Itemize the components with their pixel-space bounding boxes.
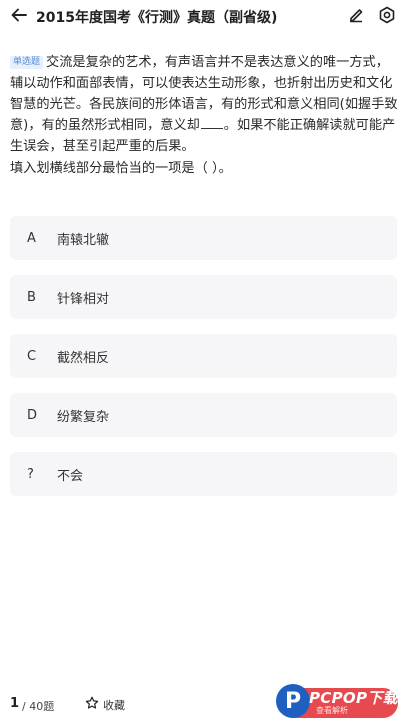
page-total: / 40题 bbox=[22, 700, 55, 713]
question-type-badge: 单选题 bbox=[10, 56, 44, 69]
settings-button[interactable] bbox=[376, 6, 398, 28]
arrow-left-icon bbox=[10, 6, 28, 28]
option-text: 纷繁复杂 bbox=[57, 409, 110, 425]
question-prompt: 填入划横线部分最恰当的一项是（ ）。 bbox=[10, 161, 232, 176]
question-stem: 单选题 交流是复杂的艺术，有声语言并不是表达意义的唯一方式，辅以动作和面部表情，可… bbox=[10, 52, 400, 157]
option-letter: ? bbox=[27, 466, 34, 482]
option-text: 针锋相对 bbox=[57, 291, 110, 307]
back-button[interactable] bbox=[8, 6, 30, 28]
option-text: 南辕北辙 bbox=[57, 232, 110, 248]
top-bar: 2015年度国考《行测》真题（副省级) bbox=[0, 0, 408, 34]
favorite-label: 收藏 bbox=[103, 698, 125, 712]
star-outline-icon bbox=[85, 695, 99, 714]
answer-options: A 南辕北辙 B 针锋相对 C 截然相反 D 纷繁复杂 ? 不会 bbox=[10, 216, 397, 511]
option-b[interactable]: B 针锋相对 bbox=[10, 275, 397, 319]
edit-button[interactable] bbox=[345, 6, 367, 28]
option-d[interactable]: D 纷繁复杂 bbox=[10, 393, 397, 437]
option-letter: B bbox=[27, 289, 36, 305]
option-text: 不会 bbox=[57, 468, 84, 484]
bottom-bar: 1 / 40题 收藏 bbox=[0, 688, 408, 720]
option-letter: D bbox=[27, 407, 38, 423]
option-a[interactable]: A 南辕北辙 bbox=[10, 216, 397, 260]
option-text: 截然相反 bbox=[57, 350, 110, 366]
option-letter: A bbox=[27, 230, 36, 246]
page-current: 1 bbox=[10, 696, 20, 711]
option-letter: C bbox=[27, 348, 37, 364]
answer-blank bbox=[200, 117, 223, 129]
page-title: 2015年度国考《行测》真题（副省级) bbox=[36, 10, 278, 26]
option-c[interactable]: C 截然相反 bbox=[10, 334, 397, 378]
option-unknown[interactable]: ? 不会 bbox=[10, 452, 397, 496]
pencil-icon bbox=[347, 6, 365, 28]
gear-icon bbox=[378, 6, 396, 28]
favorite-button[interactable]: 收藏 bbox=[85, 695, 125, 714]
